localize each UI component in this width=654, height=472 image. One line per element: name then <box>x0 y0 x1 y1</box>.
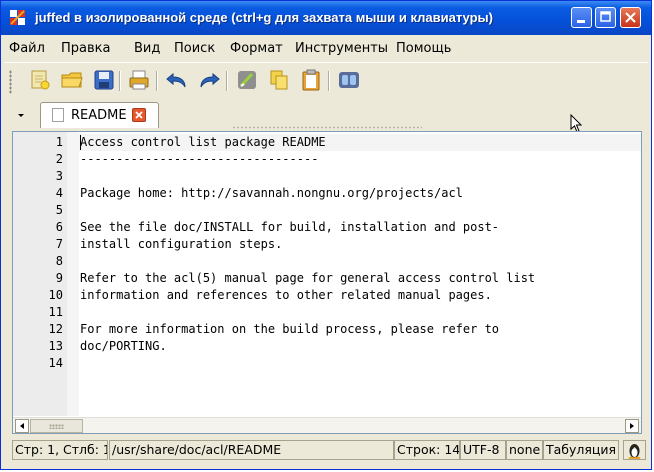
scrollbar-grip <box>49 424 64 429</box>
arrow-left-icon <box>20 423 24 429</box>
undo-icon[interactable] <box>164 67 190 93</box>
maximize-button[interactable] <box>595 7 616 28</box>
menu-help[interactable]: Помощь <box>396 41 451 56</box>
menu-bar: Файл Правка Вид Поиск Формат Инструменты… <box>4 37 648 61</box>
title-bar[interactable]: juffed в изолированной среде (ctrl+g для… <box>1 1 651 35</box>
code-line[interactable]: Refer to the acl(5) manual page for gene… <box>80 271 535 285</box>
find-icon[interactable] <box>336 67 362 93</box>
line-number: 5 <box>55 203 63 217</box>
code-line[interactable]: For more information on the build proces… <box>80 322 499 336</box>
close-window-button[interactable] <box>620 7 641 28</box>
new-file-icon[interactable] <box>27 67 53 93</box>
toolbar-separator <box>156 71 158 91</box>
indent-indicator[interactable]: Табуляция <box>543 440 619 460</box>
toolbar <box>4 62 648 99</box>
maximize-icon <box>600 11 611 22</box>
code-line[interactable]: Access control list package README <box>80 135 326 149</box>
minimize-icon <box>577 20 585 23</box>
eol-indicator[interactable]: none <box>506 440 543 460</box>
file-path: /usr/share/doc/acl/README <box>109 440 394 460</box>
line-number: 13 <box>48 339 63 353</box>
tab-label: README <box>71 108 127 123</box>
open-folder-icon[interactable] <box>59 67 85 93</box>
menu-edit[interactable]: Правка <box>61 41 110 56</box>
menu-search[interactable]: Поиск <box>174 41 215 56</box>
document-icon <box>52 108 64 122</box>
tab-list-dropdown-icon[interactable] <box>13 107 29 123</box>
code-line[interactable]: install configuration steps. <box>80 237 282 251</box>
tux-icon <box>628 444 641 460</box>
status-bar: Стр: 1, Стлб: 1 /usr/share/doc/acl/READM… <box>4 438 650 462</box>
line-count: Строк: 14 <box>394 440 460 460</box>
app-window: juffed в изолированной среде (ctrl+g для… <box>0 0 652 470</box>
code-line[interactable]: See the file doc/INSTALL for build, inst… <box>80 220 499 234</box>
scroll-left-button[interactable] <box>15 419 29 433</box>
encoding-indicator[interactable]: UTF-8 <box>460 440 506 460</box>
fold-margin[interactable] <box>67 132 79 416</box>
minimize-button[interactable] <box>571 7 592 28</box>
menu-view[interactable]: Вид <box>134 41 160 56</box>
menu-format[interactable]: Формат <box>230 41 283 56</box>
copy-icon[interactable] <box>266 67 292 93</box>
text-editor[interactable]: 1 2 3 4 5 6 7 8 9 10 11 12 13 14 Access control list … <box>12 131 642 434</box>
line-number: 14 <box>48 356 63 370</box>
close-tab-button[interactable] <box>132 108 146 122</box>
line-number: 1 <box>55 135 63 149</box>
tux-icon-container <box>623 440 646 460</box>
line-number: 11 <box>48 305 63 319</box>
arrow-right-icon <box>630 423 634 429</box>
line-number: 12 <box>48 322 63 336</box>
toolbar-grip[interactable] <box>9 70 12 94</box>
save-icon[interactable] <box>91 67 117 93</box>
line-number: 3 <box>55 169 63 183</box>
code-line[interactable]: --------------------------------- <box>80 152 318 166</box>
line-number: 10 <box>48 288 63 302</box>
cursor-position: Стр: 1, Стлб: 1 <box>12 440 108 460</box>
cut-icon[interactable] <box>234 67 260 93</box>
redo-icon[interactable] <box>196 67 222 93</box>
scrollbar-thumb[interactable] <box>30 419 83 433</box>
tab-readme[interactable]: README <box>40 102 159 128</box>
close-icon <box>135 111 143 119</box>
line-number: 2 <box>55 152 63 166</box>
line-number: 9 <box>55 271 63 285</box>
paste-icon[interactable] <box>298 67 324 93</box>
toolbar-separator <box>226 71 228 91</box>
scroll-right-button[interactable] <box>625 419 639 433</box>
code-line[interactable]: doc/PORTING. <box>80 339 167 353</box>
toolbar-separator <box>328 71 330 91</box>
horizontal-scrollbar[interactable] <box>13 417 641 433</box>
tab-bar: README <box>4 99 648 129</box>
text-caret <box>80 135 81 150</box>
print-icon[interactable] <box>126 67 152 93</box>
line-number: 4 <box>55 186 63 200</box>
juffed-app-icon <box>10 10 25 25</box>
code-line[interactable]: Package home: http://savannah.nongnu.org… <box>80 186 463 200</box>
menu-file[interactable]: Файл <box>9 41 45 56</box>
window-title: juffed в изолированной среде (ctrl+g для… <box>35 10 493 25</box>
line-number: 6 <box>55 220 63 234</box>
line-number: 8 <box>55 254 63 268</box>
close-icon <box>625 12 636 23</box>
line-number: 7 <box>55 237 63 251</box>
code-line[interactable]: information and references to other rela… <box>80 288 492 302</box>
tab-splitter-handle[interactable] <box>232 126 422 129</box>
toolbar-separator <box>119 71 121 91</box>
menu-tools[interactable]: Инструменты <box>295 41 388 56</box>
